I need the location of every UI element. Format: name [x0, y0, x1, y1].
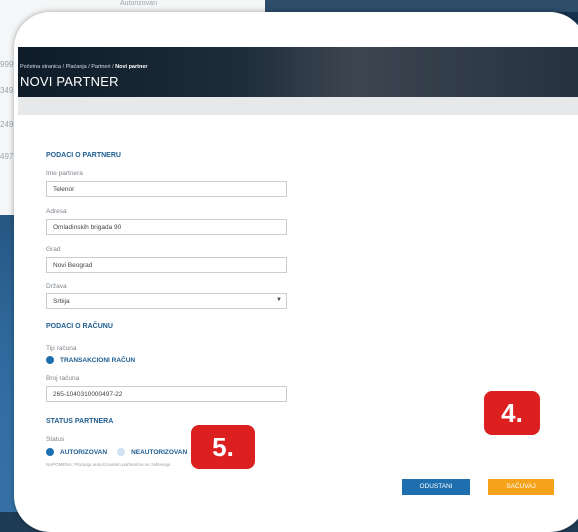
- radio-unselected-icon[interactable]: [117, 448, 126, 456]
- breadcrumb-current: Novi partner: [115, 64, 148, 70]
- background-number: 497: [0, 152, 14, 161]
- background-status-text: Autorizovan: [120, 0, 157, 7]
- save-button[interactable]: SAČUVAJ: [488, 479, 554, 495]
- status-radio-group: AUTORIZOVAN NEAUTORIZOVAN: [46, 448, 187, 456]
- account-type-option[interactable]: TRANSAKCIONI RAČUN: [46, 356, 135, 364]
- page-title: NOVI PARTNER: [20, 74, 119, 89]
- breadcrumb: Početna stranica / Plaćanja / Partneri /…: [20, 64, 148, 70]
- city-field[interactable]: Novi Beograd: [46, 257, 287, 273]
- account-section-title: PODACI O RAČUNU: [46, 323, 113, 330]
- background-number: 349: [0, 86, 14, 95]
- breadcrumb-separator: /: [62, 64, 65, 70]
- status-unauthorized-label[interactable]: NEAUTORIZOVAN: [131, 449, 187, 456]
- partner-name-field[interactable]: Telenor: [46, 181, 287, 197]
- status-section-title: STATUS PARTNERA: [46, 418, 114, 425]
- city-label: Grad: [46, 246, 61, 253]
- radio-selected-icon[interactable]: [46, 448, 54, 456]
- address-field[interactable]: Omladinskih brigada 90: [46, 219, 287, 235]
- partner-name-label: Ime partnera: [46, 170, 83, 177]
- breadcrumb-payments[interactable]: Plaćanja: [66, 64, 87, 70]
- breadcrumb-separator: /: [88, 64, 90, 70]
- country-label: Država: [46, 283, 67, 290]
- page-header-banner: Početna stranica / Plaćanja / Partneri /…: [18, 47, 578, 97]
- account-type-option-label: TRANSAKCIONI RAČUN: [60, 356, 136, 364]
- step-badge-5: 5.: [191, 425, 255, 469]
- account-number-label: Broj računa: [46, 375, 80, 382]
- country-select[interactable]: Srbija ▼: [46, 293, 287, 309]
- account-type-label: Tip računa: [46, 345, 77, 352]
- background-number: 999: [0, 60, 14, 69]
- toolbar-strip: [18, 97, 578, 115]
- status-note: NAPOMENA: Plaćanja autorizovanim partner…: [46, 462, 171, 467]
- breadcrumb-partners[interactable]: Partneri: [91, 64, 110, 70]
- cancel-button[interactable]: ODUSTANI: [402, 479, 470, 495]
- background-strip: [265, 0, 578, 12]
- country-select-value: Srbija: [53, 298, 70, 305]
- step-badge-4: 4.: [484, 391, 540, 435]
- status-label: Status: [46, 436, 65, 443]
- radio-selected-icon[interactable]: [46, 356, 54, 364]
- breadcrumb-home[interactable]: Početna stranica: [20, 64, 61, 70]
- address-label: Adresa: [46, 208, 67, 215]
- breadcrumb-separator: /: [112, 64, 114, 70]
- account-number-field[interactable]: 265-1040310000497-22: [46, 386, 287, 402]
- status-authorized-label[interactable]: AUTORIZOVAN: [60, 449, 107, 456]
- background-number: 249: [0, 120, 14, 129]
- partner-section-title: PODACI O PARTNERU: [46, 152, 121, 159]
- chevron-down-icon: ▼: [276, 297, 282, 303]
